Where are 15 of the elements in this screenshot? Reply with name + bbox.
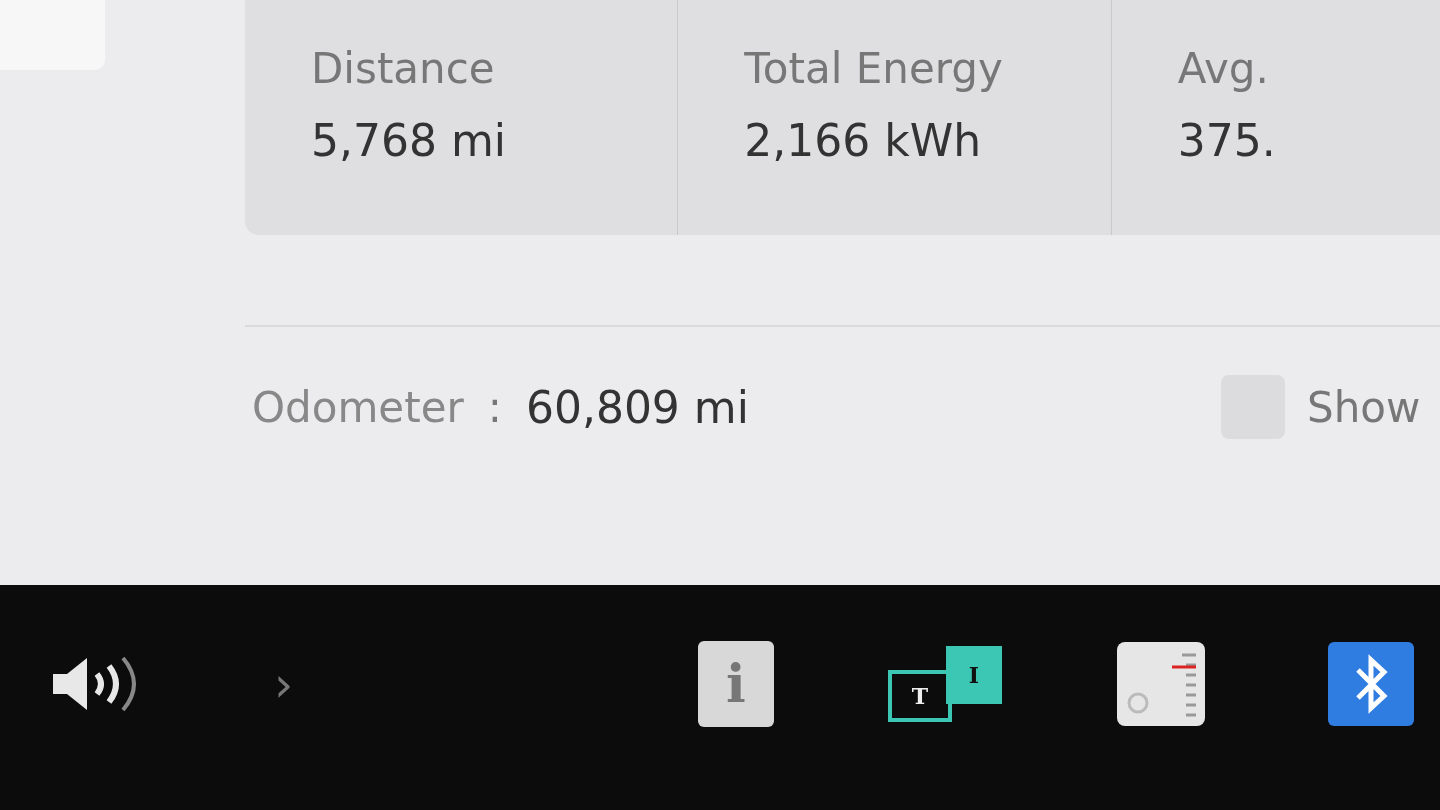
stat-value: 2,166 kWh <box>744 115 983 166</box>
stat-value: 375. <box>1177 115 1277 166</box>
bluetooth-icon[interactable] <box>1328 641 1414 726</box>
info-glyph: i <box>726 653 746 714</box>
odometer-label: Odometer <box>252 382 464 432</box>
odometer-value: 60,809 mi <box>525 381 749 433</box>
radio-icon[interactable] <box>1116 640 1206 727</box>
stat-label: Avg. <box>1177 44 1270 93</box>
stat-label: Distance <box>311 44 496 93</box>
checkbox-label[interactable]: Show <box>1307 382 1440 432</box>
chevron-icon[interactable]: › <box>274 655 294 712</box>
info-icon[interactable]: i <box>698 640 774 727</box>
stat-label: Total Energy <box>744 44 1004 93</box>
separator: : <box>487 382 502 432</box>
stat-value: 5,768 mi <box>311 115 508 166</box>
